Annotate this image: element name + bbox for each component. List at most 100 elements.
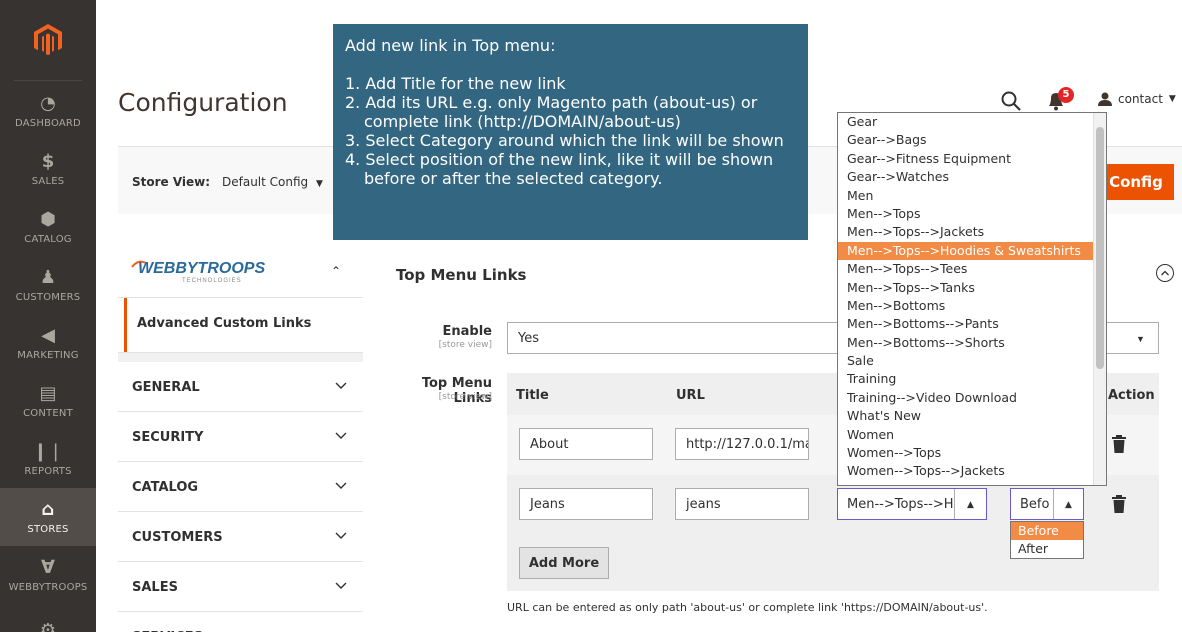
page-title: Configuration (118, 88, 288, 117)
divider (14, 80, 82, 81)
nav-item-dashboard[interactable]: ◔ DASHBOARD (0, 82, 96, 140)
nav-item-webbytroops[interactable]: ∀ WEBBYTROOPS (0, 546, 96, 604)
url-input[interactable]: jeans (675, 488, 809, 520)
enable-scope: [store view] (438, 340, 492, 350)
store-icon: ⌂ (41, 498, 55, 520)
nav-item-label: CATALOG (24, 233, 72, 245)
links-scope: [store view] (438, 392, 492, 402)
chevron-down-icon (335, 482, 347, 489)
collapse-icon[interactable] (1156, 264, 1174, 282)
category-option[interactable]: Men-->Tops-->Hoodies & Sweatshirts (838, 241, 1106, 261)
dashboard-icon: ◔ (40, 92, 56, 114)
sidebar-item-customers[interactable]: CUSTOMERS (118, 512, 363, 562)
user-menu[interactable]: contact ▼ (1098, 92, 1176, 106)
chevron-down-icon: ▼ (316, 179, 323, 189)
content-icon: ▤ (39, 382, 57, 404)
category-option[interactable]: Men-->Bottoms-->Pants (838, 315, 1106, 333)
url-input[interactable]: http://127.0.0.1/ma (675, 428, 809, 460)
chevron-down-icon: ▼ (1168, 94, 1176, 104)
category-option[interactable]: Men-->Tops-->Tanks (838, 279, 1106, 297)
nav-item-sales[interactable]: $ SALES (0, 140, 96, 198)
dollar-icon: $ (41, 150, 55, 172)
category-option[interactable]: Gear (838, 113, 1106, 131)
trash-icon[interactable] (1112, 435, 1126, 453)
trash-icon[interactable] (1112, 495, 1126, 513)
sidebar-item-label: GENERAL (132, 380, 200, 395)
category-value: Men-->Tops-->H (847, 497, 954, 512)
magento-logo[interactable] (0, 0, 96, 80)
sidebar-item-sales[interactable]: SALES (118, 562, 363, 612)
nav-item-customers[interactable]: ♟ CUSTOMERS (0, 256, 96, 314)
title-input[interactable]: About (519, 428, 653, 460)
url-value: jeans (686, 497, 721, 512)
category-option[interactable]: Training-->Video Download (838, 389, 1106, 407)
search-icon[interactable] (1000, 90, 1022, 112)
nav-item-label: MARKETING (17, 349, 79, 361)
store-view-switcher[interactable]: Default Config ▼ (222, 175, 323, 189)
category-option[interactable]: Women-->Tops-->Jackets (838, 462, 1106, 480)
chevron-down-icon (335, 532, 347, 539)
brand-sub: TECHNOLOGIES (182, 278, 242, 284)
nav-item-more[interactable]: ⚙ (0, 604, 96, 632)
position-option[interactable]: After (1011, 540, 1083, 558)
column-header-title: Title (516, 388, 549, 403)
section-title: Top Menu Links (396, 266, 527, 284)
tooltip-heading: Add new link in Top menu: (345, 36, 556, 55)
category-select[interactable]: Men-->Tops-->H ▲ (837, 488, 987, 520)
category-option[interactable]: Men-->Tops (838, 205, 1106, 223)
admin-nav: ◔ DASHBOARD $ SALES ⬢ CATALOG ♟ CUSTOMERS ◀ MARKE… (0, 0, 96, 632)
brand-text: WEBBYTROOPS (138, 260, 265, 277)
category-option[interactable]: Sale (838, 352, 1106, 370)
category-option[interactable]: Women (838, 426, 1106, 444)
url-value: http://127.0.0.1/ma (686, 437, 809, 452)
column-header-url: URL (676, 388, 705, 403)
nav-item-label: CONTENT (23, 407, 73, 419)
chevron-up-icon: ▲ (1053, 489, 1083, 519)
nav-item-label: SALES (31, 175, 65, 187)
chevron-up-icon: ▲ (954, 489, 986, 519)
cube-icon: ⬢ (40, 208, 56, 230)
brand-tab[interactable]: WEBBYTROOPS TECHNOLOGIES ⌃ (118, 242, 363, 298)
tooltip-step: 2. Add its URL e.g. only Magento path (a… (345, 93, 758, 131)
chevron-down-icon (335, 432, 347, 439)
gear-icon: ⚙ (39, 620, 57, 632)
category-option[interactable]: Men (838, 187, 1106, 205)
category-option[interactable]: Men-->Tops-->Tees (838, 260, 1106, 278)
nav-item-stores[interactable]: ⌂ STORES (0, 488, 96, 546)
sidebar-item-general[interactable]: GENERAL (118, 362, 363, 412)
category-option[interactable]: Gear-->Watches (838, 168, 1106, 186)
position-dropdown-list[interactable]: Before After (1010, 521, 1084, 559)
position-option[interactable]: Before (1011, 522, 1083, 540)
category-option[interactable]: Training (838, 370, 1106, 388)
category-option[interactable]: Men-->Bottoms-->Shorts (838, 334, 1106, 352)
category-option[interactable]: Men-->Tops-->Jackets (838, 223, 1106, 241)
nav-item-marketing[interactable]: ◀ MARKETING (0, 314, 96, 372)
user-icon (1098, 92, 1112, 106)
sidebar-item-advanced-custom-links[interactable]: Advanced Custom Links (124, 298, 363, 352)
nav-item-content[interactable]: ▤ CONTENT (0, 372, 96, 430)
chevron-down-icon (335, 382, 347, 389)
scrollbar[interactable] (1093, 113, 1106, 485)
category-dropdown-list[interactable]: Gear Gear-->Bags Gear-->Fitness Equipment G… (837, 112, 1107, 486)
config-sidebar: WEBBYTROOPS TECHNOLOGIES ⌃ Advanced Cust… (118, 242, 363, 632)
webbytroops-icon: ∀ (41, 556, 55, 578)
save-config-button[interactable]: Config (1098, 164, 1174, 200)
category-option[interactable]: Women-->Tops (838, 444, 1106, 462)
store-view-label: Store View: (132, 175, 211, 189)
scrollbar-thumb[interactable] (1096, 127, 1104, 369)
sidebar-item-catalog[interactable]: CATALOG (118, 462, 363, 512)
category-option[interactable]: What's New (838, 407, 1106, 425)
sidebar-item-security[interactable]: SECURITY (118, 412, 363, 462)
sidebar-item-label: SECURITY (132, 430, 204, 445)
nav-item-reports[interactable]: ❙❘ REPORTS (0, 430, 96, 488)
title-input[interactable]: Jeans (519, 488, 653, 520)
category-option[interactable]: Men-->Bottoms (838, 297, 1106, 315)
category-option[interactable]: Gear-->Fitness Equipment (838, 150, 1106, 168)
category-option[interactable]: Gear-->Bags (838, 131, 1106, 149)
notification-badge: 5 (1058, 87, 1074, 103)
sidebar-item-services[interactable]: SERVICES (118, 612, 363, 632)
nav-item-catalog[interactable]: ⬢ CATALOG (0, 198, 96, 256)
webbytroops-logo: WEBBYTROOPS TECHNOLOGIES (131, 260, 265, 284)
add-more-button[interactable]: Add More (519, 547, 609, 579)
position-select[interactable]: Befo ▲ (1010, 488, 1084, 520)
